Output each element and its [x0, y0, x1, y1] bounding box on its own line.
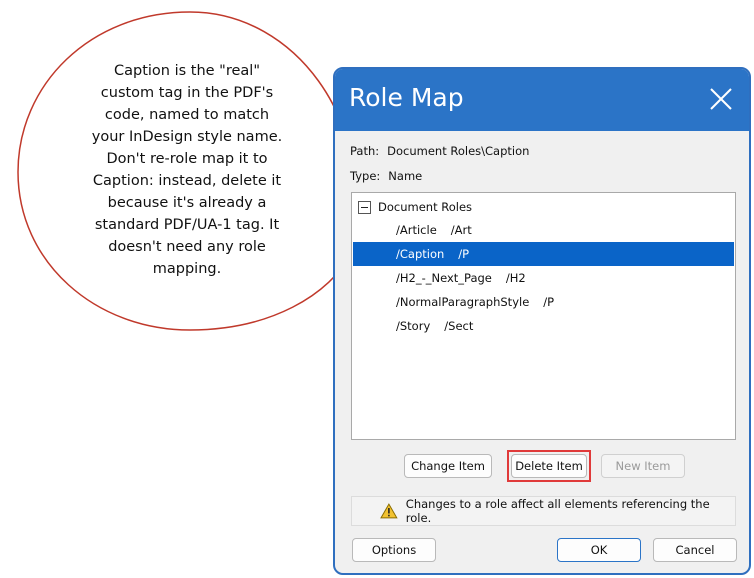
close-button[interactable]	[703, 81, 739, 117]
tree-item-h2-next-page[interactable]: /H2_-_Next_Page /H2	[353, 266, 734, 290]
tree-item-name: /H2_-_Next_Page	[396, 271, 492, 285]
tree-item-caption[interactable]: /Caption /P	[353, 242, 734, 266]
delete-item-button[interactable]: Delete Item	[511, 454, 587, 478]
collapse-icon[interactable]	[358, 200, 371, 214]
warning-text: Changes to a role affect all elements re…	[405, 497, 710, 525]
warning-bar: Changes to a role affect all elements re…	[351, 496, 736, 526]
tree-item-story[interactable]: /Story /Sect	[353, 314, 734, 338]
path-label: Path:	[350, 144, 380, 158]
tree-root[interactable]: Document Roles	[358, 198, 472, 216]
callout-line: your InDesign style name.	[91, 129, 283, 145]
dialog-title: Role Map	[349, 83, 464, 112]
tree-root-label: Document Roles	[378, 200, 473, 214]
callout-line: mapping.	[152, 261, 222, 277]
ok-button[interactable]: OK	[557, 538, 641, 562]
type-row: Type: Name	[350, 169, 422, 183]
tree-item-name: /Story	[396, 319, 431, 333]
tree-item-name: /NormalParagraphStyle	[396, 295, 530, 309]
tree-item-role: /H2	[505, 271, 526, 285]
callout-line: Caption: instead, delete it	[92, 173, 282, 189]
callout-text: Caption is the "real" custom tag in the …	[56, 60, 318, 280]
new-item-button[interactable]: New Item	[601, 454, 685, 478]
warning-icon	[380, 503, 398, 519]
callout-line: standard PDF/UA-1 tag. It	[94, 217, 280, 233]
tree-item-name: /Article	[396, 223, 437, 237]
role-map-dialog: Role Map Path: Document Roles\Caption Typ…	[333, 67, 751, 575]
type-value: Name	[388, 169, 423, 183]
tree-item-role: /P	[543, 295, 555, 309]
tree-item-role: /P	[458, 247, 470, 261]
callout-line: Don't re-role map it to	[106, 151, 268, 167]
tree-item-role: /Sect	[444, 319, 474, 333]
tree-item-name: /Caption	[396, 247, 445, 261]
callout-line: custom tag in the PDF's	[100, 85, 274, 101]
callout-line: Caption is the "real"	[113, 63, 260, 79]
tree-item-normal-paragraph-style[interactable]: /NormalParagraphStyle /P	[353, 290, 734, 314]
cancel-button[interactable]: Cancel	[653, 538, 737, 562]
tree-item-role: /Art	[450, 223, 472, 237]
callout-line: doesn't need any role	[108, 239, 266, 255]
callout-line: because it's already a	[107, 195, 267, 211]
change-item-button[interactable]: Change Item	[404, 454, 492, 478]
tree-item-article[interactable]: /Article /Art	[353, 218, 734, 242]
dialog-titlebar: Role Map	[335, 69, 749, 131]
path-value: Document Roles\Caption	[387, 144, 530, 158]
role-tree[interactable]: Document Roles /Article /Art /Caption /P…	[351, 192, 736, 440]
callout-line: code, named to match	[104, 107, 270, 123]
type-label: Type:	[350, 169, 381, 183]
path-row: Path: Document Roles\Caption	[350, 144, 529, 158]
close-icon	[710, 88, 732, 110]
options-button[interactable]: Options	[352, 538, 436, 562]
